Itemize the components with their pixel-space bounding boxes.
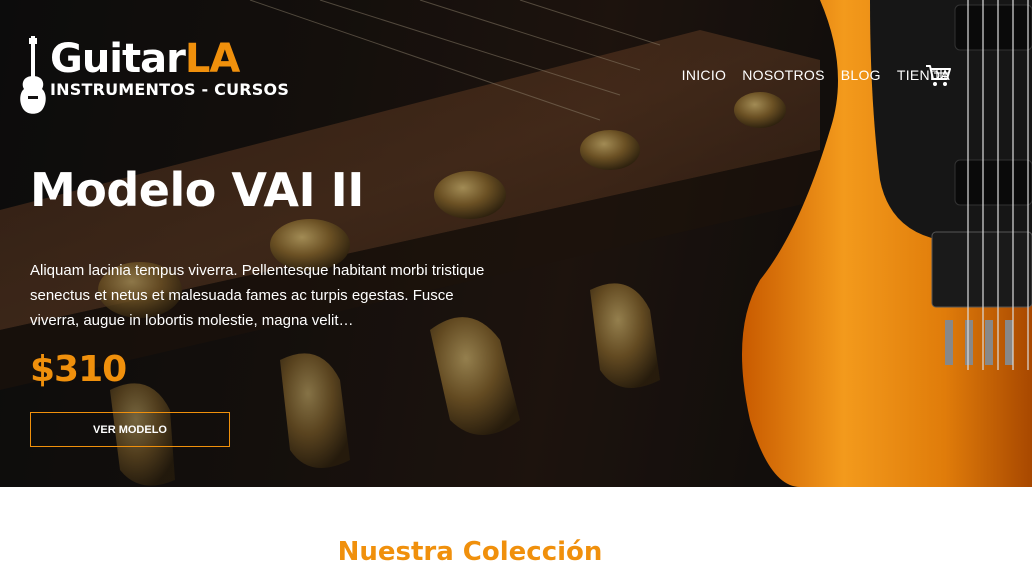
nav-link-nosotros[interactable]: NOSOTROS <box>742 67 825 83</box>
nav-link-inicio[interactable]: INICIO <box>682 67 727 83</box>
logo-title: GuitarLA <box>50 36 289 82</box>
hero-price: $310 <box>30 349 127 390</box>
logo-brand-accent: LA <box>184 36 240 82</box>
view-model-button[interactable]: VER MODELO <box>30 412 230 447</box>
main-navigation: INICIO NOSOTROS BLOG TIENDA <box>682 67 950 83</box>
hero-title: Modelo VAI II <box>30 163 364 217</box>
logo-tagline: INSTRUMENTOS - CURSOS <box>50 80 290 99</box>
nav-link-blog[interactable]: BLOG <box>841 67 881 83</box>
logo-brand-main: Guitar <box>50 36 186 82</box>
site-logo[interactable]: GuitarLA INSTRUMENTOS - CURSOS <box>18 36 289 116</box>
hero-content: Modelo VAI II Aliquam lacinia tempus viv… <box>30 160 490 393</box>
cart-icon[interactable] <box>925 64 951 88</box>
hero-description: Aliquam lacinia tempus viverra. Pellente… <box>30 262 485 329</box>
hero-banner: GuitarLA INSTRUMENTOS - CURSOS INICIO NO… <box>0 0 1032 487</box>
collection-title: Nuestra Colección <box>337 537 603 567</box>
guitar-logo-icon <box>20 36 46 114</box>
